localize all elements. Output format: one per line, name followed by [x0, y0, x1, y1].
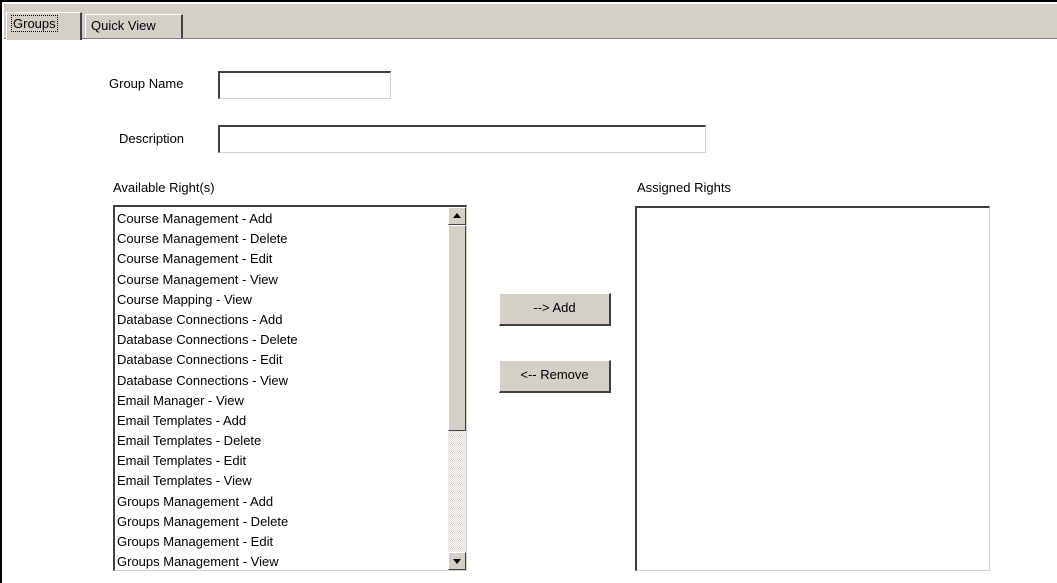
available-right-item[interactable]: Email Templates - View [117, 471, 298, 491]
scroll-thumb[interactable] [448, 225, 466, 431]
group-name-field[interactable] [218, 71, 391, 99]
available-right-item[interactable]: Course Management - Edit [117, 249, 298, 269]
group-name-label: Group Name [109, 76, 184, 91]
available-rights-list[interactable]: Course Management - Add Course Management… [113, 205, 467, 571]
available-right-item[interactable]: Database Connections - Add [117, 310, 298, 330]
available-right-item[interactable]: Course Management - Delete [117, 229, 298, 249]
up-arrow-icon [453, 213, 461, 218]
tab-strip: Groups Quick View [4, 4, 1057, 40]
available-rights-scrollbar[interactable] [448, 207, 466, 570]
available-right-item[interactable]: Groups Management - Delete [117, 512, 298, 532]
available-right-item[interactable]: Course Management - View [117, 270, 298, 290]
scroll-up-button[interactable] [448, 207, 466, 225]
description-label: Description [119, 131, 185, 146]
available-right-item[interactable]: Database Connections - Delete [117, 330, 298, 350]
tab-groups[interactable]: Groups [6, 12, 82, 40]
available-right-item[interactable]: Groups Management - Edit [117, 532, 298, 552]
available-right-item[interactable]: Course Management - Add [117, 209, 298, 229]
tab-groups-label: Groups [11, 15, 58, 32]
description-field[interactable] [218, 125, 706, 153]
tab-quick-view-label: Quick View [91, 18, 156, 33]
scroll-down-button[interactable] [448, 552, 466, 570]
groups-window: Groups Quick View Group Name Description… [0, 0, 1057, 583]
remove-button[interactable]: <-- Remove [499, 360, 611, 393]
available-right-item[interactable]: Database Connections - View [117, 371, 298, 391]
add-button[interactable]: --> Add [499, 293, 611, 326]
available-rights-label: Available Right(s) [113, 180, 215, 195]
available-right-item[interactable]: Course Mapping - View [117, 290, 298, 310]
available-right-item[interactable]: Email Manager - View [117, 391, 298, 411]
available-right-item[interactable]: Groups Management - Add [117, 492, 298, 512]
available-right-item[interactable]: Database Connections - Edit [117, 350, 298, 370]
assigned-rights-list[interactable] [635, 206, 990, 571]
assigned-rights-label: Assigned Rights [637, 180, 731, 195]
down-arrow-icon [453, 559, 461, 564]
available-right-item[interactable]: Email Templates - Add [117, 411, 298, 431]
available-right-item[interactable]: Email Templates - Edit [117, 451, 298, 471]
tab-quick-view[interactable]: Quick View [85, 14, 183, 38]
available-rights-items: Course Management - Add Course Management… [117, 209, 298, 570]
available-right-item[interactable]: Email Templates - Delete [117, 431, 298, 451]
available-right-item[interactable]: Groups Management - View [117, 552, 298, 570]
